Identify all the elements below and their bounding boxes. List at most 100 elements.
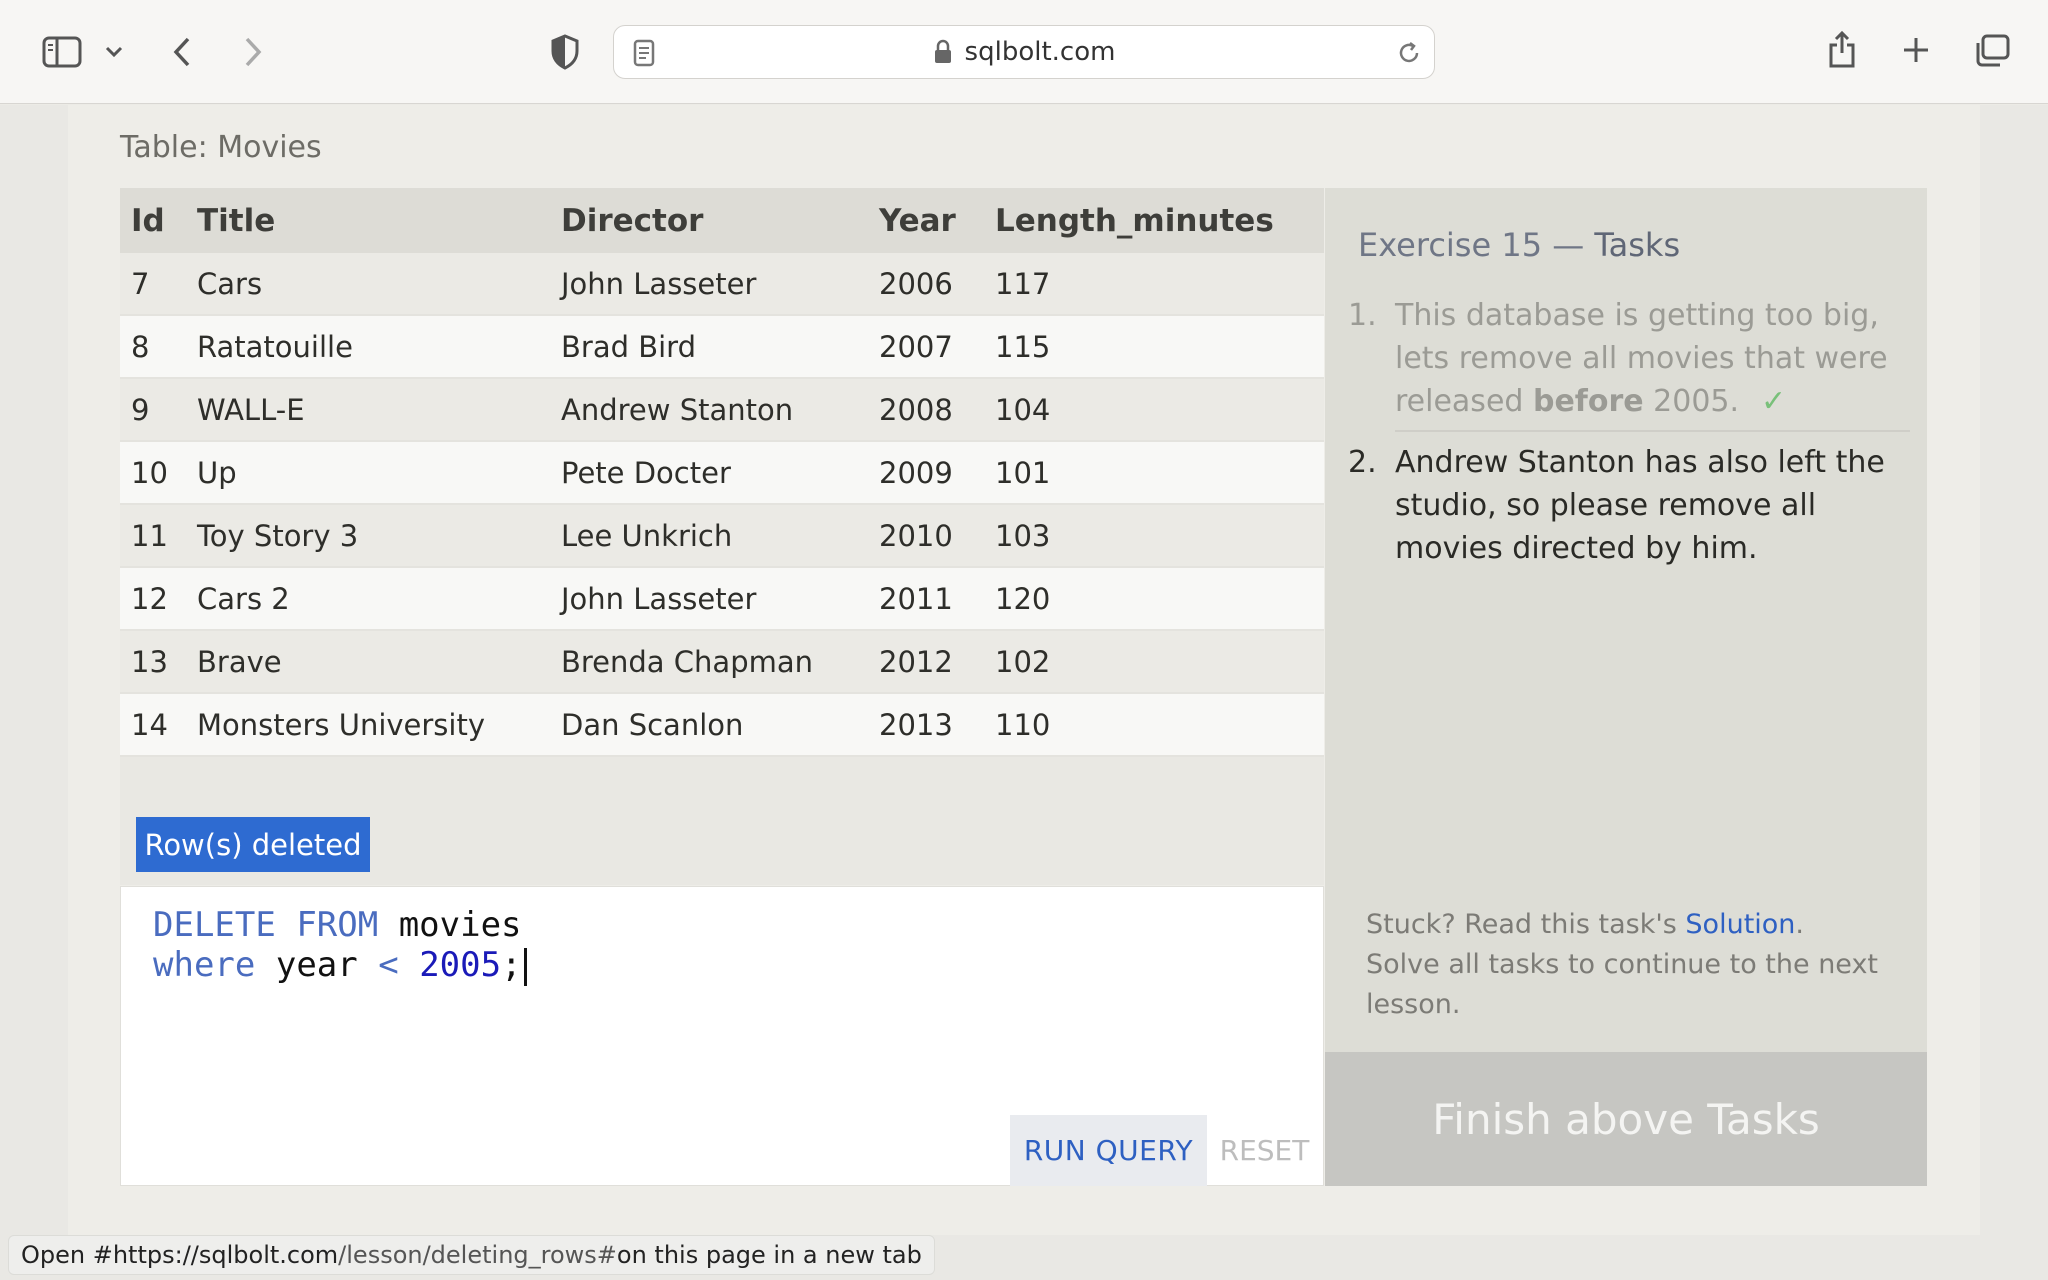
results-table: Id Title Director Year Length_minutes 7 C… bbox=[120, 188, 1324, 757]
tabs-overview-icon[interactable] bbox=[1972, 32, 2012, 70]
cell-director: Lee Unkrich bbox=[561, 518, 733, 553]
task-item-2: 2. Andrew Stanton has also left the stud… bbox=[1348, 441, 1918, 571]
table-row: 9 WALL-E Andrew Stanton 2008 104 bbox=[120, 379, 1324, 442]
cell-director: Dan Scanlon bbox=[561, 707, 744, 742]
reader-icon[interactable] bbox=[630, 38, 658, 68]
tasks-title: Exercise 15 — Tasks bbox=[1358, 226, 1680, 264]
cell-length: 104 bbox=[995, 392, 1051, 427]
forward-icon[interactable] bbox=[236, 30, 270, 74]
cell-year: 2011 bbox=[879, 581, 953, 616]
sidebar-icon[interactable] bbox=[38, 30, 86, 74]
sql-keyword: where bbox=[153, 945, 256, 985]
tasks-title-prefix: Exercise 15 — bbox=[1358, 226, 1595, 264]
table-caption: Table: Movies bbox=[120, 130, 322, 165]
cell-year: 2009 bbox=[879, 455, 953, 490]
table-row: 8 Ratatouille Brad Bird 2007 115 bbox=[120, 316, 1324, 379]
column-header-year: Year bbox=[879, 202, 956, 239]
cell-title: Monsters University bbox=[197, 707, 486, 742]
hint-suffix: . bbox=[1795, 909, 1805, 940]
status-prefix: Open # bbox=[21, 1241, 113, 1269]
table-row: 13 Brave Brenda Chapman 2012 102 bbox=[120, 631, 1324, 694]
address-bar[interactable]: sqlbolt.com bbox=[613, 25, 1435, 79]
table-body: 7 Cars John Lasseter 2006 117 8 Ratatouille Bra… bbox=[120, 253, 1324, 757]
cell-id: 10 bbox=[131, 455, 168, 490]
browser-toolbar: sqlbolt.com bbox=[0, 0, 2048, 104]
task-divider bbox=[1395, 430, 1910, 432]
status-host: https://sqlbolt.com bbox=[112, 1241, 339, 1269]
cell-director: John Lasseter bbox=[561, 581, 757, 616]
cell-length: 102 bbox=[995, 644, 1051, 679]
cell-director: John Lasseter bbox=[561, 266, 757, 301]
lock-icon bbox=[933, 39, 953, 65]
table-row: 11 Toy Story 3 Lee Unkrich 2010 103 bbox=[120, 505, 1324, 568]
cell-length: 120 bbox=[995, 581, 1051, 616]
cell-director: Brad Bird bbox=[561, 329, 696, 364]
status-suffix: on this page in a new tab bbox=[616, 1241, 922, 1269]
sql-operator: < bbox=[378, 945, 399, 985]
new-tab-icon[interactable] bbox=[1898, 32, 1934, 68]
column-header-length: Length_minutes bbox=[995, 202, 1274, 239]
sql-identifier: year bbox=[275, 945, 358, 985]
cell-director: Andrew Stanton bbox=[561, 392, 794, 427]
sql-identifier: movies bbox=[398, 905, 522, 945]
table-row: 14 Monsters University Dan Scanlon 2013 110 bbox=[120, 694, 1324, 757]
table-row: 12 Cars 2 John Lasseter 2011 120 bbox=[120, 568, 1324, 631]
task-item-1: 1. This database is getting too big, let… bbox=[1348, 294, 1918, 424]
cell-length: 115 bbox=[995, 329, 1051, 364]
table-row: 7 Cars John Lasseter 2006 117 bbox=[120, 253, 1324, 316]
task-number: 1. bbox=[1348, 298, 1377, 333]
run-query-button[interactable]: RUN QUERY bbox=[1010, 1115, 1207, 1186]
column-header-title: Title bbox=[197, 202, 276, 239]
back-icon[interactable] bbox=[165, 30, 199, 74]
url-text: sqlbolt.com bbox=[964, 37, 1116, 67]
cell-length: 101 bbox=[995, 455, 1051, 490]
cell-length: 110 bbox=[995, 707, 1051, 742]
cell-title: Cars bbox=[197, 266, 263, 301]
reset-button[interactable]: RESET bbox=[1207, 1115, 1322, 1186]
cell-title: Brave bbox=[197, 644, 282, 679]
cell-id: 14 bbox=[131, 707, 168, 742]
cell-title: Up bbox=[197, 455, 237, 490]
task-text-bold: before bbox=[1532, 384, 1644, 419]
cell-director: Brenda Chapman bbox=[561, 644, 814, 679]
cell-title: Ratatouille bbox=[197, 329, 353, 364]
cell-year: 2012 bbox=[879, 644, 953, 679]
cell-year: 2006 bbox=[879, 266, 953, 301]
tasks-title-strong: Tasks bbox=[1594, 226, 1681, 264]
check-icon: ✓ bbox=[1761, 384, 1787, 419]
share-icon[interactable] bbox=[1824, 26, 1860, 72]
text-cursor bbox=[523, 947, 527, 986]
task-number: 2. bbox=[1348, 445, 1377, 480]
sql-terminator: ; bbox=[501, 945, 522, 985]
chevron-down-icon[interactable] bbox=[100, 36, 128, 68]
cell-title: WALL-E bbox=[197, 392, 305, 427]
cell-length: 103 bbox=[995, 518, 1051, 553]
cell-length: 117 bbox=[995, 266, 1051, 301]
cell-year: 2013 bbox=[879, 707, 953, 742]
reload-icon[interactable] bbox=[1394, 38, 1424, 68]
column-header-director: Director bbox=[561, 202, 704, 239]
column-header-id: Id bbox=[131, 202, 165, 239]
solution-link[interactable]: Solution bbox=[1685, 909, 1795, 940]
cell-year: 2010 bbox=[879, 518, 953, 553]
cell-id: 8 bbox=[131, 329, 150, 364]
task-text: This database is getting too big, lets r… bbox=[1395, 294, 1915, 423]
cell-id: 13 bbox=[131, 644, 168, 679]
table-row: 10 Up Pete Docter 2009 101 bbox=[120, 442, 1324, 505]
cell-id: 12 bbox=[131, 581, 168, 616]
hint-line-2: Solve all tasks to continue to the next … bbox=[1366, 949, 1879, 1020]
table-header-row: Id Title Director Year Length_minutes bbox=[120, 188, 1324, 253]
task-text: Andrew Stanton has also left the studio,… bbox=[1395, 445, 1885, 566]
hint-prefix: Stuck? Read this task's bbox=[1366, 909, 1686, 940]
status-badge: Row(s) deleted bbox=[136, 817, 370, 872]
hint-text: Stuck? Read this task's Solution. Solve … bbox=[1366, 905, 1906, 1025]
cell-title: Cars 2 bbox=[197, 581, 290, 616]
link-status-bar: Open # https://sqlbolt.com/lesson/deletin… bbox=[8, 1235, 935, 1275]
cell-year: 2007 bbox=[879, 329, 953, 364]
sql-keyword: FROM bbox=[296, 905, 379, 945]
cell-id: 7 bbox=[131, 266, 150, 301]
cell-year: 2008 bbox=[879, 392, 953, 427]
shield-icon[interactable] bbox=[548, 32, 582, 72]
sql-code[interactable]: DELETE FROM movies where year < 2005; bbox=[153, 905, 527, 986]
cell-title: Toy Story 3 bbox=[197, 518, 359, 553]
